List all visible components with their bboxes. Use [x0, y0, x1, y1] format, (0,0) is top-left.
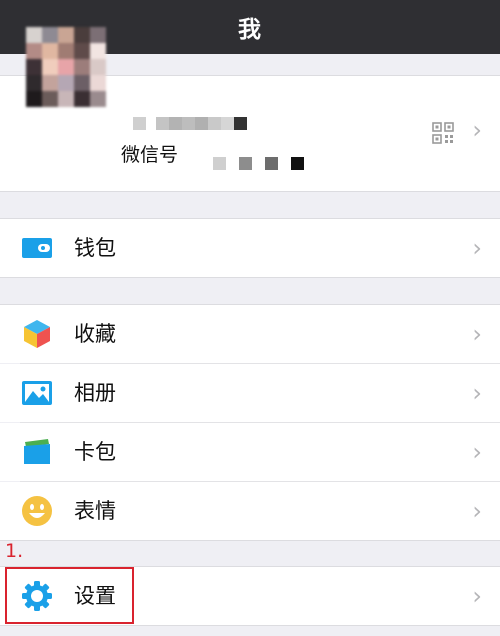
card-icon	[24, 439, 50, 464]
menu-label-favorites: 收藏	[74, 322, 116, 346]
chevron-right-icon: ›	[472, 379, 482, 407]
divider	[0, 277, 500, 278]
wallet-icon	[22, 238, 52, 258]
menu-label-album: 相册	[74, 381, 116, 405]
smiley-icon	[22, 496, 52, 526]
menu-label-stickers: 表情	[74, 499, 116, 523]
wechat-id-redacted	[213, 157, 304, 170]
chevron-right-icon: ›	[472, 320, 482, 348]
avatar[interactable]	[26, 27, 106, 107]
menu-item-favorites[interactable]: 收藏 ›	[0, 305, 500, 363]
menu-label-wallet: 钱包	[74, 236, 116, 260]
menu-item-wallet[interactable]: 钱包 ›	[0, 219, 500, 277]
picture-icon	[22, 381, 52, 405]
menu-item-album[interactable]: 相册 ›	[0, 364, 500, 422]
chevron-right-icon: ›	[472, 116, 482, 144]
chevron-right-icon: ›	[472, 438, 482, 466]
page-title: 我	[238, 17, 262, 43]
divider	[0, 625, 500, 626]
chevron-right-icon: ›	[472, 497, 482, 525]
menu-item-stickers[interactable]: 表情 ›	[0, 482, 500, 540]
chevron-right-icon: ›	[472, 582, 482, 610]
divider	[0, 540, 500, 541]
annotation-highlight-box	[5, 567, 134, 624]
chevron-right-icon: ›	[472, 234, 482, 262]
menu-label-cards: 卡包	[74, 440, 116, 464]
cube-icon	[24, 320, 50, 348]
qr-code-icon[interactable]	[432, 122, 454, 144]
wechat-id-label: 微信号	[121, 144, 179, 166]
menu-item-cards[interactable]: 卡包 ›	[0, 423, 500, 481]
annotation-step-number: 1.	[5, 540, 24, 562]
nickname-redacted	[133, 117, 247, 130]
divider	[0, 191, 500, 192]
